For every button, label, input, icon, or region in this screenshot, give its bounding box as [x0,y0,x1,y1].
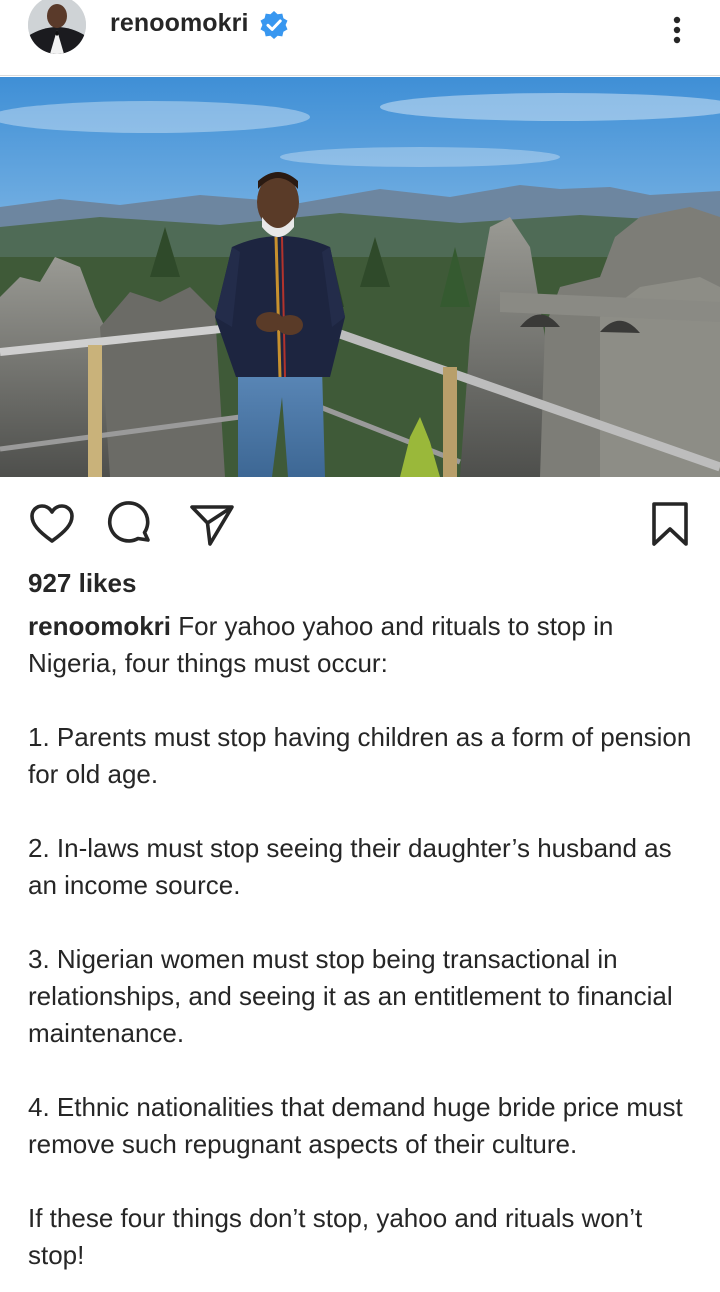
likes-count[interactable]: 927 likes [28,568,136,599]
caption-point-4: 4. Ethnic nationalities that demand huge… [28,1092,683,1159]
avatar[interactable] [28,0,86,54]
caption-username[interactable]: renoomokri [28,611,171,641]
instagram-post: renoomokri 927 likes renoomokri For yaho… [0,0,720,1292]
post-username[interactable]: renoomokri [110,9,249,38]
caption-closing: If these four things don’t stop, yahoo a… [28,1203,643,1270]
post-photo[interactable] [0,77,720,477]
caption-point-3: 3. Nigerian women must stop being transa… [28,944,673,1048]
like-button[interactable] [28,500,76,548]
verified-badge-icon [259,10,289,40]
caption-point-1: 1. Parents must stop having children as … [28,722,692,789]
heart-icon [30,504,74,543]
comment-button[interactable] [106,500,154,548]
header-divider [0,75,720,76]
caption-point-2: 2. In-laws must stop seeing their daught… [28,833,672,900]
comment-icon [107,501,150,543]
share-icon [190,505,234,546]
caption-intro: renoomokri For yahoo yahoo and rituals t… [28,608,698,682]
share-button[interactable] [188,500,236,548]
more-options-icon[interactable] [660,10,694,50]
post-header: renoomokri [0,0,720,75]
bookmark-icon [652,502,688,546]
post-caption: renoomokri For yahoo yahoo and rituals t… [28,608,698,1292]
save-button[interactable] [646,500,694,548]
